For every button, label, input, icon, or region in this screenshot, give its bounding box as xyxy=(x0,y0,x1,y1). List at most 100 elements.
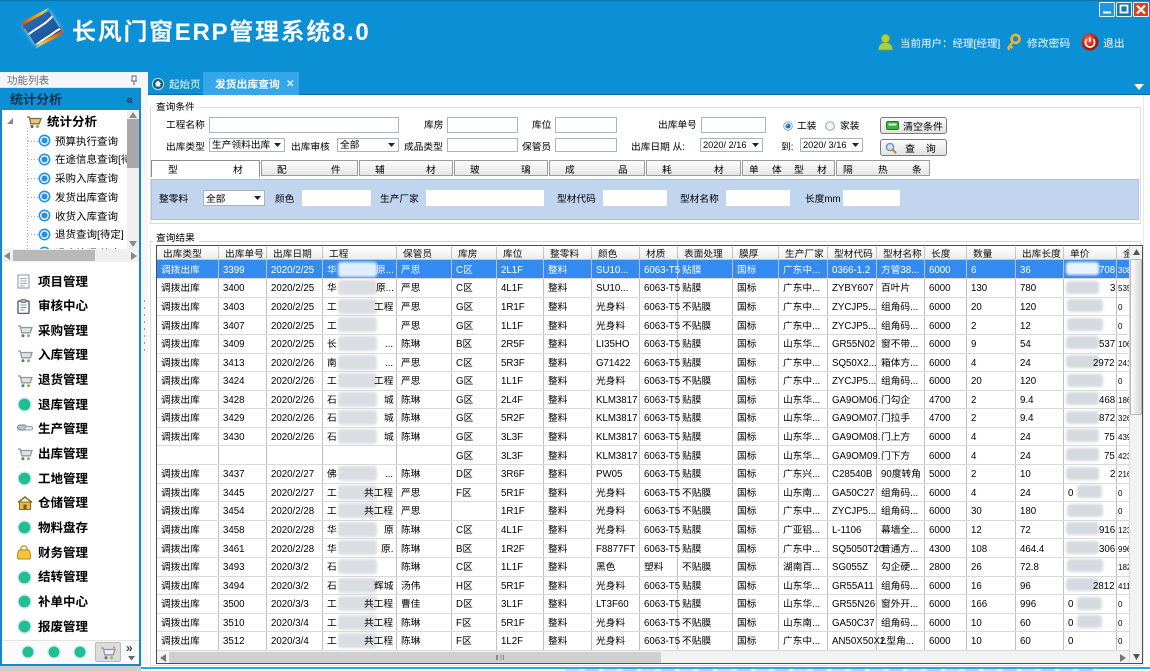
svg-text:9: 9 xyxy=(971,339,976,350)
svg-text:3454: 3454 xyxy=(223,506,245,517)
svg-text:6000: 6000 xyxy=(929,302,951,313)
svg-text:6000: 6000 xyxy=(929,618,951,629)
svg-text:1L1F: 1L1F xyxy=(501,376,523,387)
svg-text:5R3F: 5R3F xyxy=(501,358,525,369)
svg-text:3445: 3445 xyxy=(223,488,245,499)
svg-text:«: « xyxy=(126,92,133,107)
svg-text:F: F xyxy=(456,488,462,499)
svg-text:6063-T5: 6063-T5 xyxy=(644,283,680,294)
svg-text:10: 10 xyxy=(971,618,982,629)
svg-text:...: ... xyxy=(812,599,820,610)
svg-text:KLM3817: KLM3817 xyxy=(596,413,637,424)
svg-text:4700: 4700 xyxy=(929,395,951,406)
svg-text:4: 4 xyxy=(971,358,977,369)
svg-text:2020/2/25: 2020/2/25 xyxy=(271,265,314,276)
svg-text:G: G xyxy=(456,451,464,462)
svg-text:6063-T5: 6063-T5 xyxy=(644,618,680,629)
svg-text:2R5F: 2R5F xyxy=(501,339,525,350)
svg-text:mm: mm xyxy=(824,194,840,205)
svg-text:6000: 6000 xyxy=(929,451,951,462)
svg-text:...: ... xyxy=(910,488,918,499)
svg-text:L: L xyxy=(881,636,887,647)
svg-text:GA50C37: GA50C37 xyxy=(832,618,875,629)
svg-text::: : xyxy=(791,142,794,153)
svg-text:»: » xyxy=(126,641,133,655)
svg-text:0: 0 xyxy=(1118,377,1123,386)
svg-text:6000: 6000 xyxy=(929,283,951,294)
svg-text:2020/2/26: 2020/2/26 xyxy=(271,432,314,443)
svg-text:...: ... xyxy=(812,525,820,536)
svg-text:0: 0 xyxy=(1068,599,1074,610)
svg-text:B: B xyxy=(456,544,462,555)
svg-text:ZYCJP5...: ZYCJP5... xyxy=(832,302,876,313)
svg-text:C: C xyxy=(456,562,463,573)
svg-text:90: 90 xyxy=(881,469,892,480)
svg-text:GR55N26: GR55N26 xyxy=(832,599,875,610)
svg-text:6063-T5: 6063-T5 xyxy=(644,395,680,406)
svg-text:1L2F: 1L2F xyxy=(501,636,523,647)
svg-text:...: ... xyxy=(812,358,820,369)
svg-text:[: [ xyxy=(118,154,121,166)
svg-text:6000: 6000 xyxy=(929,488,951,499)
svg-text:2020/3/3: 2020/3/3 xyxy=(271,599,309,610)
svg-text:3407: 3407 xyxy=(223,321,245,332)
svg-text:...: ... xyxy=(910,525,918,536)
svg-text:3403: 3403 xyxy=(223,302,245,313)
svg-text:30: 30 xyxy=(971,506,982,517)
svg-text:...: ... xyxy=(812,544,820,555)
svg-text:3413: 3413 xyxy=(223,358,245,369)
svg-text:AN50X50X2: AN50X50X2 xyxy=(832,636,885,647)
svg-text:166: 166 xyxy=(971,599,987,610)
svg-text:...: ... xyxy=(905,636,913,647)
svg-text:ZYCJP5...: ZYCJP5... xyxy=(832,506,876,517)
svg-text:16: 16 xyxy=(971,581,982,592)
svg-text:708: 708 xyxy=(1099,265,1115,276)
svg-text:20: 20 xyxy=(971,302,982,313)
svg-text:2L1F: 2L1F xyxy=(501,265,523,276)
svg-text:4300: 4300 xyxy=(929,544,951,555)
svg-text:2812: 2812 xyxy=(1093,581,1115,592)
svg-text:38...: 38... xyxy=(900,265,919,276)
svg-text:]: ] xyxy=(120,229,123,241)
svg-text:6063-T5: 6063-T5 xyxy=(644,599,680,610)
svg-text:72.8: 72.8 xyxy=(1020,562,1039,573)
svg-text:...: ... xyxy=(812,339,820,350)
svg-text:...: ... xyxy=(812,581,820,592)
svg-text:0: 0 xyxy=(1118,619,1123,628)
svg-text:108: 108 xyxy=(971,544,987,555)
svg-text:...: ... xyxy=(812,395,820,406)
svg-text:2020/3/4: 2020/3/4 xyxy=(271,618,309,629)
svg-text:3L3F: 3L3F xyxy=(501,451,523,462)
svg-text:...: ... xyxy=(910,358,918,369)
svg-text:2: 2 xyxy=(971,395,976,406)
svg-text:...: ... xyxy=(910,544,918,555)
svg-text:SQ50X2...: SQ50X2... xyxy=(832,358,877,369)
svg-text:2020/2/25: 2020/2/25 xyxy=(271,321,314,332)
svg-text:]: ] xyxy=(997,38,1000,50)
svg-text:6000: 6000 xyxy=(929,599,951,610)
svg-text:2020/2/26: 2020/2/26 xyxy=(271,413,314,424)
svg-text:LI35HO: LI35HO xyxy=(596,339,630,350)
svg-text:...: ... xyxy=(910,376,918,387)
svg-text:24: 24 xyxy=(1020,451,1031,462)
svg-text:2020/2/25: 2020/2/25 xyxy=(271,283,314,294)
svg-text:2: 2 xyxy=(971,321,976,332)
svg-text:L-1106: L-1106 xyxy=(832,525,861,536)
svg-text:2020/ 2/16: 2020/ 2/16 xyxy=(703,140,746,150)
svg-text:6000: 6000 xyxy=(929,321,951,332)
svg-text:...: ... xyxy=(385,339,393,350)
svg-text:3458: 3458 xyxy=(223,525,245,536)
svg-text:6063-T5: 6063-T5 xyxy=(644,581,680,592)
svg-text:5R1F: 5R1F xyxy=(501,618,525,629)
svg-text:LT3F60: LT3F60 xyxy=(596,599,629,610)
svg-text:GA9OM07.: GA9OM07. xyxy=(832,413,880,424)
svg-text:0: 0 xyxy=(1068,636,1074,647)
svg-text:306: 306 xyxy=(1099,544,1115,555)
svg-text:C: C xyxy=(456,525,463,536)
svg-text:ZYCJP5...: ZYCJP5... xyxy=(832,321,876,332)
svg-text:10: 10 xyxy=(1020,469,1031,480)
svg-text:6000: 6000 xyxy=(929,506,951,517)
svg-text:SU10...: SU10... xyxy=(596,265,628,276)
svg-text:1R2F: 1R2F xyxy=(501,544,525,555)
svg-text:.: . xyxy=(391,544,394,555)
